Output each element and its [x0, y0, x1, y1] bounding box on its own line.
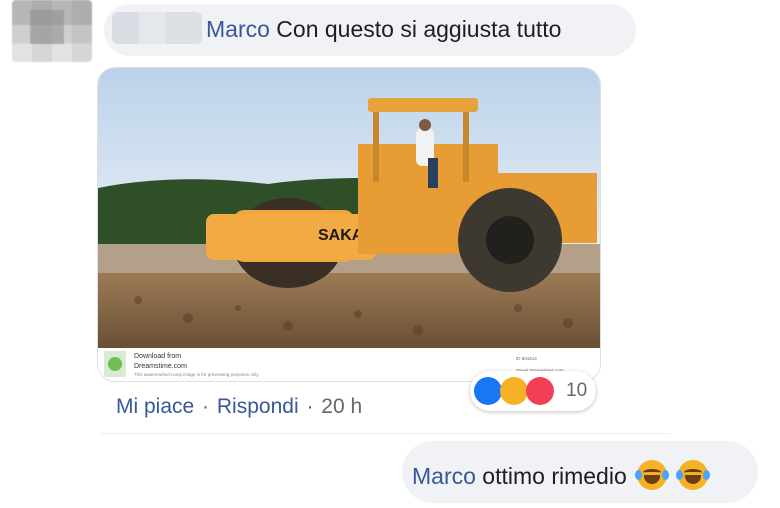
reply-body: ottimo rimedio	[482, 463, 627, 489]
joy-emoji	[635, 460, 670, 490]
watermark-text-3: This watermarked comp image is for previ…	[134, 372, 259, 377]
timestamp[interactable]: 20 h	[321, 395, 362, 418]
joy-emoji	[675, 460, 710, 490]
commenter-name-blurred[interactable]	[112, 12, 202, 44]
commenter-avatar[interactable]	[12, 0, 92, 62]
comment-photo[interactable]: SAKAI Download from Dreamstime.com This …	[97, 67, 601, 382]
reply-link[interactable]: Rispondi	[217, 395, 299, 418]
love-icon	[526, 377, 554, 405]
separator: ·	[306, 395, 314, 418]
comment-actions: Mi piace · Rispondi · 20 h	[116, 395, 362, 419]
watermark-text-2: Dreamstime.com	[134, 363, 187, 370]
like-link[interactable]: Mi piace	[116, 395, 194, 418]
divider	[100, 433, 670, 434]
watermark-text-1: Download from	[134, 353, 181, 360]
haha-icon	[500, 377, 528, 405]
side-text-1: ID 601614	[516, 356, 537, 361]
separator: ·	[202, 395, 210, 418]
reaction-count: 10	[566, 380, 588, 401]
reactions-summary[interactable]: 10	[470, 371, 596, 411]
mention-link[interactable]: Marco	[412, 463, 476, 489]
like-icon	[474, 377, 502, 405]
mention-link[interactable]: Marco	[206, 16, 270, 42]
reply-text: Marco ottimo rimedio	[412, 460, 710, 490]
comment-body: Con questo si aggiusta tutto	[276, 16, 562, 42]
comment-text: Marco Con questo si aggiusta tutto	[206, 16, 561, 43]
